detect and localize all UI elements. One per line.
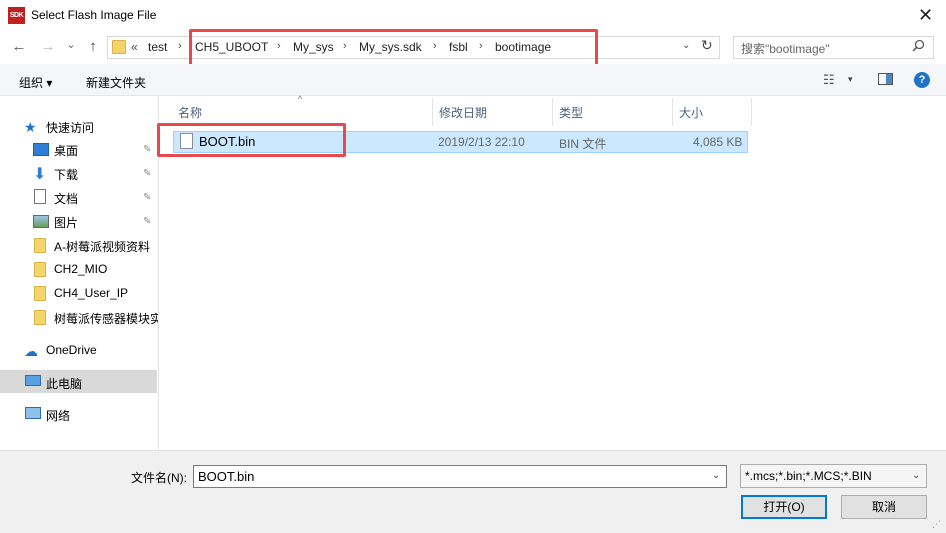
sidebar-onedrive[interactable]: OneDrive <box>46 343 97 357</box>
column-divider[interactable] <box>552 98 553 126</box>
sidebar-item-folder-a[interactable]: A-树莓派视频资料 <box>0 235 158 257</box>
sidebar-this-pc[interactable]: 此电脑 <box>46 375 82 392</box>
folder-icon <box>34 310 46 325</box>
folder-icon <box>34 286 46 301</box>
sidebar-item-downloads[interactable]: ⬇ 下载 ✎ <box>0 163 158 185</box>
sidebar-quick-access[interactable]: 快速访问 <box>46 119 94 136</box>
view-options-dropdown[interactable]: ▾ <box>848 74 853 85</box>
back-button[interactable]: ← <box>8 36 30 58</box>
sidebar-item-label: CH2_MIO <box>54 262 108 276</box>
pin-icon: ✎ <box>143 216 152 227</box>
resize-grip-icon[interactable]: ⋰ <box>932 519 941 530</box>
change-view-icon[interactable]: ☷ <box>823 72 835 88</box>
filename-input[interactable] <box>193 465 727 488</box>
sidebar-item-label: CH4_User_IP <box>54 286 129 300</box>
sidebar-item-label: A-树莓派视频资料 <box>54 240 151 254</box>
network-icon <box>25 407 41 419</box>
recent-locations-button[interactable]: ⌄ <box>60 34 82 56</box>
organize-button[interactable]: 组织 ▾ <box>19 74 52 91</box>
pin-icon: ✎ <box>143 144 152 155</box>
filename-label: 文件名(N): <box>131 471 187 485</box>
column-header-type[interactable]: 类型 <box>559 104 583 121</box>
preview-pane-icon-fill <box>886 74 892 84</box>
filter-dropdown-icon[interactable]: ⌄ <box>912 470 920 481</box>
search-placeholder: 搜索"bootimage" <box>741 42 830 56</box>
breadcrumb-test[interactable]: test <box>148 40 167 54</box>
document-icon <box>34 189 46 204</box>
file-size: 4,085 KB <box>693 135 743 149</box>
file-type-filter[interactable]: *.mcs;*.bin;*.MCS;*.BIN <box>740 464 927 488</box>
breadcrumb-overflow[interactable]: « <box>131 40 138 54</box>
desktop-icon <box>33 143 49 156</box>
address-dropdown-icon[interactable]: ⌄ <box>682 40 690 51</box>
column-divider[interactable] <box>672 98 673 126</box>
close-button[interactable]: ✕ <box>905 0 946 32</box>
filename-dropdown-icon[interactable]: ⌄ <box>712 470 720 481</box>
new-folder-button[interactable]: 新建文件夹 <box>86 74 146 91</box>
breadcrumb-separator[interactable]: › <box>178 40 182 52</box>
sidebar-item-desktop[interactable]: 桌面 ✎ <box>0 139 158 161</box>
sdk-app-icon: SDK <box>8 7 25 24</box>
open-button[interactable]: 打开(O) <box>741 495 827 519</box>
annotation-highlight-file <box>157 123 346 157</box>
sidebar-item-pictures[interactable]: 图片 ✎ <box>0 211 158 233</box>
column-header-date[interactable]: 修改日期 <box>439 104 487 121</box>
sidebar-item-documents[interactable]: 文档 ✎ <box>0 187 158 209</box>
star-icon: ★ <box>24 119 37 135</box>
sidebar-item-ch2-mio[interactable]: CH2_MIO <box>0 259 158 281</box>
folder-icon <box>34 262 46 277</box>
sidebar-item-label: 树莓派传感器模块实 <box>54 312 158 326</box>
file-date: 2019/2/13 22:10 <box>438 135 525 149</box>
forward-button[interactable]: → <box>37 36 59 58</box>
sidebar-item-label: 下载 <box>54 168 79 182</box>
cloud-icon: ☁ <box>24 343 38 359</box>
picture-icon <box>33 215 49 228</box>
sort-ascending-icon: ^ <box>298 94 303 104</box>
sidebar-item-label: 文档 <box>54 192 79 206</box>
sidebar-item-label: 桌面 <box>54 144 79 158</box>
footer-panel <box>0 450 946 533</box>
help-icon[interactable]: ? <box>914 72 930 88</box>
folder-icon <box>112 40 126 54</box>
up-button[interactable]: ↑ <box>82 36 104 58</box>
search-icon[interactable] <box>912 39 925 55</box>
column-divider[interactable] <box>432 98 433 126</box>
pin-icon: ✎ <box>143 168 152 179</box>
window-title: Select Flash Image File <box>31 8 157 22</box>
cancel-button[interactable]: 取消 <box>841 495 927 519</box>
pin-icon: ✎ <box>143 192 152 203</box>
refresh-icon[interactable]: ↻ <box>701 37 713 54</box>
computer-icon <box>25 375 41 386</box>
column-header-size[interactable]: 大小 <box>679 104 703 121</box>
sidebar-item-sensor-folder[interactable]: 树莓派传感器模块实 <box>0 307 158 329</box>
download-icon: ⬇ <box>33 166 47 183</box>
sidebar-item-ch4-user-ip[interactable]: CH4_User_IP <box>0 283 158 305</box>
folder-icon <box>34 238 46 253</box>
sidebar-item-label: 图片 <box>54 216 79 230</box>
sidebar-network[interactable]: 网络 <box>46 407 70 424</box>
file-type: BIN 文件 <box>559 137 607 151</box>
column-header-name[interactable]: 名称 <box>178 104 202 121</box>
column-divider[interactable] <box>751 98 752 126</box>
